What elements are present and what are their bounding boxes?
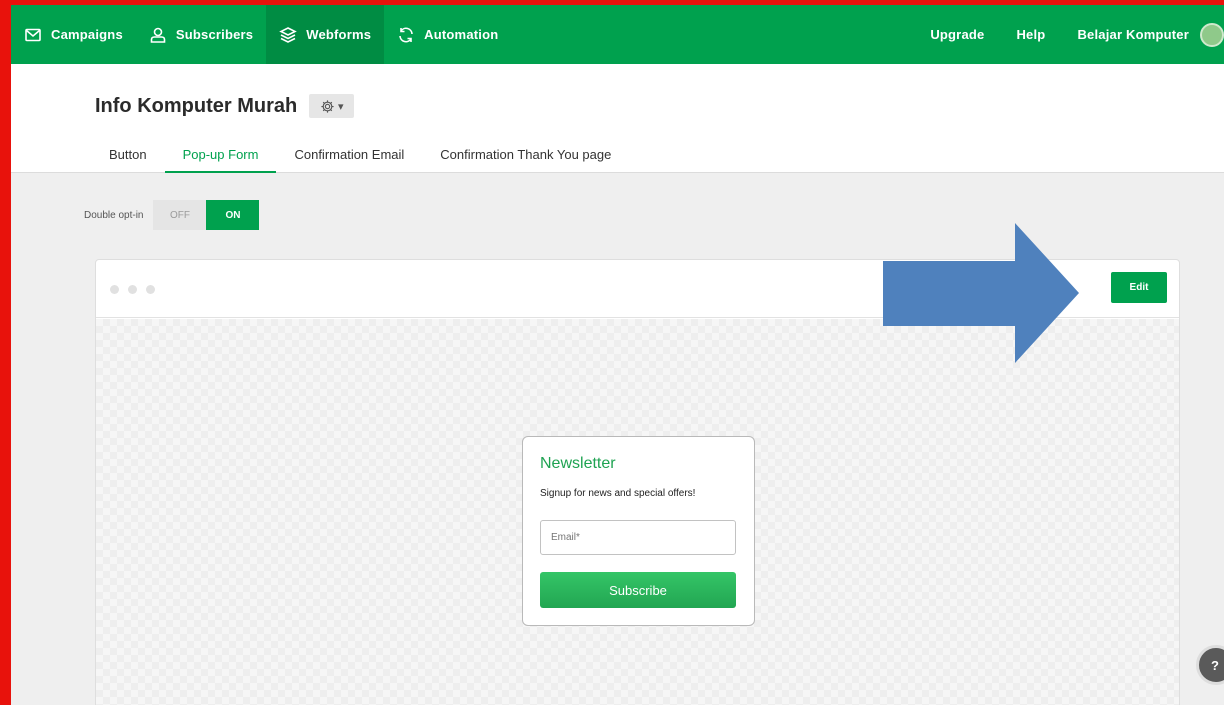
tab-popup-form[interactable]: Pop-up Form xyxy=(164,133,277,173)
layers-icon xyxy=(279,26,298,43)
nav-right-group: Upgrade Help Belajar Komputer xyxy=(914,5,1224,64)
nav-upgrade-label: Upgrade xyxy=(930,27,985,42)
double-optin-label: Double opt-in xyxy=(84,209,144,221)
window-dot xyxy=(128,285,137,294)
user-name: Belajar Komputer xyxy=(1077,27,1189,42)
window-dots xyxy=(110,285,155,294)
double-optin-toggle[interactable]: OFF ON xyxy=(153,200,260,230)
page-header: Info Komputer Murah ▾ Button Pop-up Form… xyxy=(11,64,1224,173)
nav-campaigns-label: Campaigns xyxy=(51,27,123,42)
nav-campaigns[interactable]: Campaigns xyxy=(11,5,136,64)
window-dot xyxy=(146,285,155,294)
help-chat-bubble[interactable]: ? xyxy=(1196,645,1224,685)
toggle-off-option[interactable]: OFF xyxy=(153,200,207,230)
newsletter-subtitle: Signup for news and special offers! xyxy=(540,488,696,499)
nav-help-label: Help xyxy=(1016,27,1046,42)
tab-confirmation-thank-you-page[interactable]: Confirmation Thank You page xyxy=(422,133,629,173)
subscribe-button[interactable]: Subscribe xyxy=(540,572,736,608)
app-frame: Campaigns Subscribers Webforms Automatio… xyxy=(0,0,1224,705)
gear-icon xyxy=(321,99,334,113)
page-title: Info Komputer Murah xyxy=(95,94,298,117)
user-icon xyxy=(150,27,166,43)
nav-automation-label: Automation xyxy=(424,27,499,42)
envelope-icon xyxy=(25,28,41,41)
nav-upgrade[interactable]: Upgrade xyxy=(914,5,1000,64)
nav-user-menu[interactable]: Belajar Komputer xyxy=(1061,5,1224,64)
tab-confirmation-email[interactable]: Confirmation Email xyxy=(276,133,422,173)
toggle-on-option[interactable]: ON xyxy=(206,200,260,230)
title-row: Info Komputer Murah ▾ xyxy=(95,94,355,118)
refresh-icon xyxy=(399,27,413,42)
preview-canvas: Newsletter Signup for news and special o… xyxy=(96,319,1179,705)
email-field[interactable] xyxy=(540,520,736,555)
settings-dropdown-button[interactable]: ▾ xyxy=(309,94,355,118)
newsletter-form-card: Newsletter Signup for news and special o… xyxy=(522,436,755,626)
newsletter-title: Newsletter xyxy=(540,455,616,472)
nav-help[interactable]: Help xyxy=(1000,5,1061,64)
avatar[interactable] xyxy=(1200,22,1224,47)
top-navigation: Campaigns Subscribers Webforms Automatio… xyxy=(11,5,1224,64)
annotation-arrow-shape xyxy=(883,223,1079,363)
double-optin-setting: Double opt-in OFF ON xyxy=(84,200,260,230)
edit-button[interactable]: Edit xyxy=(1111,272,1167,303)
window-dot xyxy=(110,285,119,294)
nav-subscribers[interactable]: Subscribers xyxy=(136,5,266,64)
nav-subscribers-label: Subscribers xyxy=(175,27,254,42)
nav-webforms[interactable]: Webforms xyxy=(266,5,385,64)
nav-automation[interactable]: Automation xyxy=(384,5,511,64)
chevron-down-icon: ▾ xyxy=(337,100,344,113)
webform-tabs: Button Pop-up Form Confirmation Email Co… xyxy=(95,133,629,173)
annotation-arrow xyxy=(883,223,1079,363)
tab-button[interactable]: Button xyxy=(95,133,165,173)
nav-webforms-label: Webforms xyxy=(306,27,372,42)
